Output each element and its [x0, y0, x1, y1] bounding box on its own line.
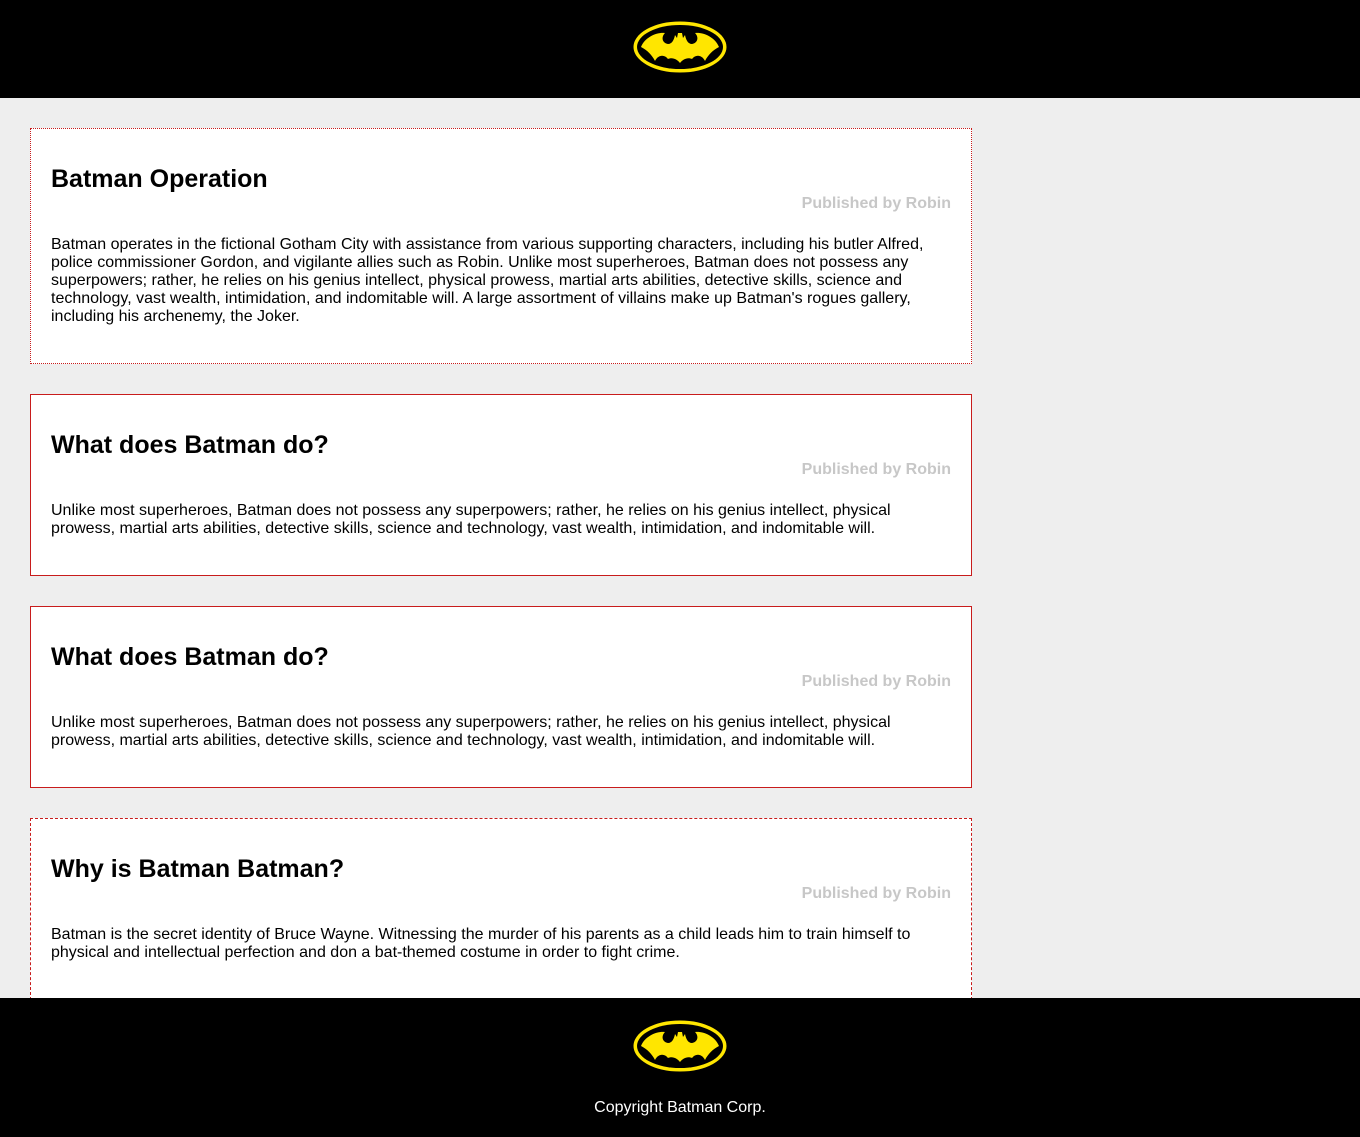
article-title: What does Batman do?: [51, 643, 329, 671]
article-body: Unlike most superheroes, Batman does not…: [51, 714, 891, 749]
article-card: Why is Batman Batman? Published by Robin…: [30, 818, 972, 1000]
site-footer: Copyright Batman Corp.: [0, 998, 1360, 1137]
site-header: [0, 0, 1360, 98]
article-list: Batman Operation Published by Robin Batm…: [0, 98, 1360, 1000]
article-body: Batman operates in the fictional Gotham …: [51, 236, 924, 325]
article-author: Published by Robin: [801, 195, 951, 212]
article-body: Batman is the secret identity of Bruce W…: [51, 926, 911, 961]
article-author: Published by Robin: [801, 461, 951, 478]
article-author: Published by Robin: [801, 673, 951, 690]
article-author: Published by Robin: [801, 885, 951, 902]
article-title: What does Batman do?: [51, 431, 329, 459]
article-card: Batman Operation Published by Robin Batm…: [30, 128, 972, 364]
article-card: What does Batman do? Published by Robin …: [30, 606, 972, 788]
article-title: Batman Operation: [51, 165, 268, 193]
article-body: Unlike most superheroes, Batman does not…: [51, 502, 891, 537]
batman-logo-icon: [631, 1018, 729, 1079]
article-title: Why is Batman Batman?: [51, 855, 345, 883]
article-card: What does Batman do? Published by Robin …: [30, 394, 972, 576]
copyright-text: Copyright Batman Corp.: [594, 1099, 766, 1116]
batman-logo-icon[interactable]: [631, 19, 729, 80]
